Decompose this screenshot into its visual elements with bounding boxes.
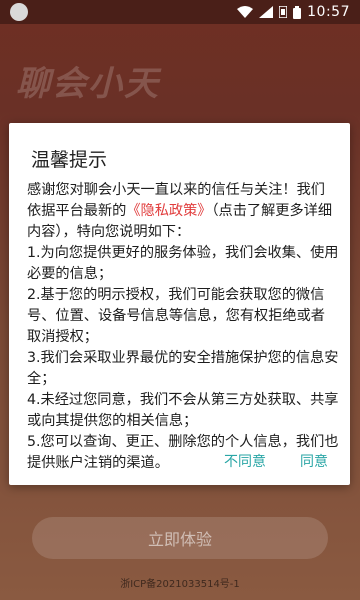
agree-button[interactable]: 同意 bbox=[298, 447, 330, 475]
status-right: 10:57 bbox=[237, 4, 350, 20]
dialog-intro: 感谢您对聊会小天一直以来的信任与关注！我们依据平台最新的《隐私政策》（点击了解更… bbox=[27, 180, 339, 243]
app-title: 聊会小天 bbox=[16, 64, 160, 104]
disagree-button[interactable]: 不同意 bbox=[222, 447, 268, 475]
start-experience-button[interactable]: 立即体验 bbox=[32, 517, 328, 559]
dialog-point-4: 4.未经过您同意，我们不会从第三方处获取、共享或向其提供您的相关信息； bbox=[27, 392, 339, 429]
dialog-body: 感谢您对聊会小天一直以来的信任与关注！我们依据平台最新的《隐私政策》（点击了解更… bbox=[27, 180, 339, 474]
status-bar: 10:57 bbox=[0, 0, 360, 24]
wifi-icon bbox=[237, 6, 254, 18]
privacy-dialog: 温馨提示 感谢您对聊会小天一直以来的信任与关注！我们依据平台最新的《隐私政策》（… bbox=[9, 123, 350, 485]
dialog-point-1: 1.为向您提供更好的服务体验，我们会收集、使用必要的信息； bbox=[27, 245, 339, 282]
dialog-title: 温馨提示 bbox=[31, 149, 108, 171]
battery-icon bbox=[293, 5, 302, 19]
dialog-actions: 不同意 同意 bbox=[222, 447, 330, 475]
app-notification-icon bbox=[10, 3, 28, 21]
status-time: 10:57 bbox=[307, 4, 350, 20]
sim-flag-icon bbox=[279, 6, 288, 18]
dialog-point-2: 2.基于您的明示授权，我们可能会获取您的微信号、位置、设备号信息等信息，您有权拒… bbox=[27, 287, 325, 345]
privacy-policy-link[interactable]: 《隐私政策》 bbox=[126, 203, 211, 219]
status-left bbox=[10, 3, 28, 21]
icp-number: 浙ICP备2021033514号-1 bbox=[120, 579, 240, 590]
dialog-point-3: 3.我们会采取业界最优的安全措施保护您的信息安全； bbox=[27, 350, 339, 387]
signal-icon bbox=[259, 6, 274, 18]
